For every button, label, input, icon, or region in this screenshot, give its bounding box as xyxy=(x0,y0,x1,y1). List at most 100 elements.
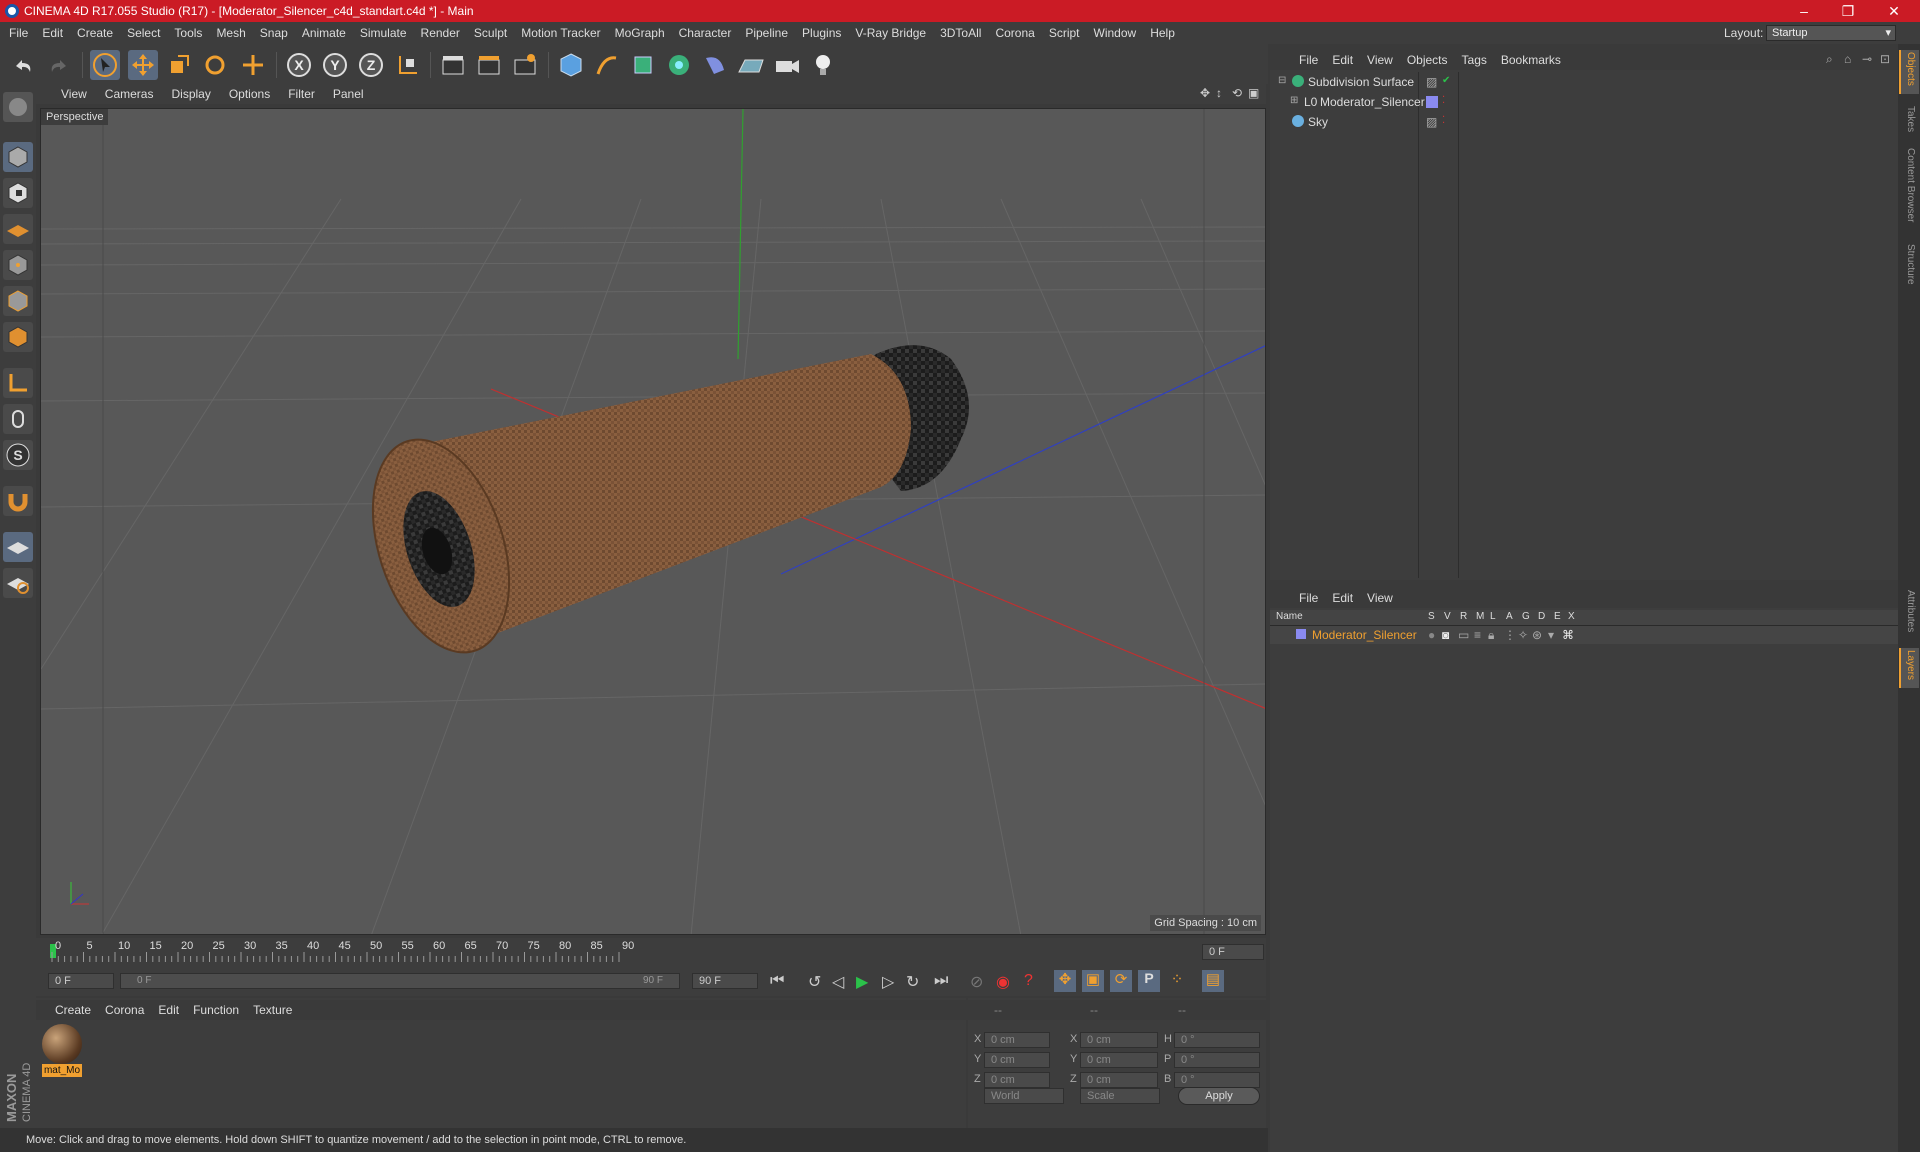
key-position-icon[interactable]: ✥ xyxy=(1054,970,1076,992)
visibility-dots-icon[interactable]: ⁚ xyxy=(1442,95,1445,106)
position-value-field[interactable]: 0 cm xyxy=(984,1072,1050,1088)
pan-view-icon[interactable]: ✥ xyxy=(1200,86,1210,100)
previous-frame-icon[interactable]: ◁ xyxy=(832,972,844,992)
object-menu-bookmarks[interactable]: Bookmarks xyxy=(1494,50,1568,70)
play-icon[interactable]: ▶ xyxy=(856,972,868,992)
menu-script[interactable]: Script xyxy=(1042,22,1087,44)
search-icon[interactable]: ⌕ xyxy=(1826,52,1833,67)
tab-structure-label[interactable]: Structure xyxy=(1905,244,1916,285)
object-menu-objects[interactable]: Objects xyxy=(1400,50,1455,70)
layout-dropdown[interactable]: Startup ▾ xyxy=(1766,25,1896,41)
object-row[interactable]: ⊟ Subdivision Surface ▨ ✔ xyxy=(1276,74,1892,92)
layer-column-e[interactable]: E xyxy=(1554,611,1561,622)
menu-create[interactable]: Create xyxy=(70,22,120,44)
menu-pipeline[interactable]: Pipeline xyxy=(738,22,795,44)
scale-tool-button[interactable] xyxy=(164,50,194,80)
rotate-tool-button[interactable] xyxy=(200,50,230,80)
viewport-menu-panel[interactable]: Panel xyxy=(324,84,373,104)
new-window-icon[interactable]: ⊡ xyxy=(1880,52,1890,66)
viewport-menu-cameras[interactable]: Cameras xyxy=(96,84,163,104)
end-frame-field[interactable]: 90 F xyxy=(692,973,758,989)
menu-edit[interactable]: Edit xyxy=(35,22,70,44)
size-value-field[interactable]: 0 cm xyxy=(1080,1072,1158,1088)
layer-color-swatch[interactable] xyxy=(1426,96,1438,108)
material-menu-create[interactable]: Create xyxy=(48,1000,98,1020)
mograph-cloner-button[interactable] xyxy=(664,50,694,80)
menu-mesh[interactable]: Mesh xyxy=(209,22,252,44)
menu-snap[interactable]: Snap xyxy=(253,22,295,44)
view-toggle-icon[interactable]: ◙ xyxy=(1442,628,1449,642)
viewport-menu-options[interactable]: Options xyxy=(220,84,279,104)
object-menu-file[interactable]: File xyxy=(1292,50,1325,70)
menu-tools[interactable]: Tools xyxy=(167,22,209,44)
previous-key-icon[interactable]: ↺ xyxy=(808,972,821,992)
key-parameter-icon[interactable]: P xyxy=(1138,970,1160,992)
key-pla-icon[interactable]: ⁘ xyxy=(1166,970,1188,992)
menu-corona[interactable]: Corona xyxy=(988,22,1041,44)
tweak-mode-button[interactable] xyxy=(3,404,33,434)
spline-pen-button[interactable] xyxy=(592,50,622,80)
move-tool-button[interactable] xyxy=(128,50,158,80)
apply-button[interactable]: Apply xyxy=(1178,1087,1260,1105)
maximize-button[interactable]: ❐ xyxy=(1826,0,1870,22)
object-menu-edit[interactable]: Edit xyxy=(1325,50,1360,70)
viewport-menu-view[interactable]: View xyxy=(52,84,96,104)
render-picture-viewer-button[interactable] xyxy=(474,50,504,80)
rotation-value-field[interactable]: 0 ° xyxy=(1174,1072,1260,1088)
layer-menu-edit[interactable]: Edit xyxy=(1325,588,1360,608)
tab-takes-label[interactable]: Takes xyxy=(1905,106,1916,132)
layer-column-name[interactable]: Name xyxy=(1276,611,1303,622)
layer-row[interactable]: Moderator_Silencer ● ◙ ▭ ≡ 🔒︎ ⋮ ✧ ⊛ ▾ ⌘ xyxy=(1270,626,1898,644)
menu-simulate[interactable]: Simulate xyxy=(353,22,414,44)
layer-menu-file[interactable]: File xyxy=(1292,588,1325,608)
rotation-value-field[interactable]: 0 ° xyxy=(1174,1052,1260,1068)
object-row[interactable]: ⊞ L0 Moderator_Silencer ⁚ xyxy=(1276,94,1892,112)
perspective-viewport[interactable]: Perspective Grid Spacing : 10 cm xyxy=(40,108,1266,935)
xref-toggle-icon[interactable]: ⌘ xyxy=(1562,628,1574,642)
menu-animate[interactable]: Animate xyxy=(295,22,353,44)
render-toggle-icon[interactable]: ▭ xyxy=(1458,628,1469,642)
point-mode-button[interactable] xyxy=(3,250,33,280)
go-to-end-icon[interactable]: ⏭ xyxy=(934,972,948,990)
menu-mograph[interactable]: MoGraph xyxy=(608,22,672,44)
object-row[interactable]: Sky ▨ ⁚ xyxy=(1276,114,1892,132)
make-editable-button[interactable] xyxy=(3,92,33,122)
axis-mode-button[interactable] xyxy=(3,368,33,398)
polygon-mode-button[interactable] xyxy=(3,322,33,352)
live-select-button[interactable] xyxy=(238,50,268,80)
planar-workplane-button[interactable] xyxy=(3,568,33,598)
minimize-button[interactable]: – xyxy=(1782,0,1826,22)
menu-window[interactable]: Window xyxy=(1087,22,1144,44)
material-menu-function[interactable]: Function xyxy=(186,1000,246,1020)
rotation-value-field[interactable]: 0 ° xyxy=(1174,1032,1260,1048)
tab-attributes-label[interactable]: Attributes xyxy=(1905,590,1916,632)
layer-color-swatch[interactable] xyxy=(1296,629,1306,639)
cube-object-button[interactable] xyxy=(556,50,586,80)
y-axis-lock-button[interactable]: Y xyxy=(320,50,350,80)
light-button[interactable] xyxy=(808,50,838,80)
layer-column-v[interactable]: V xyxy=(1444,611,1451,622)
model-mode-button[interactable] xyxy=(3,142,33,172)
next-frame-icon[interactable]: ▷ xyxy=(882,972,894,992)
deformer-toggle-icon[interactable]: ⊛ xyxy=(1532,628,1542,642)
position-value-field[interactable]: 0 cm xyxy=(984,1052,1050,1068)
undo-button[interactable] xyxy=(8,50,38,80)
keyframe-selection-icon[interactable]: ⊘ xyxy=(970,972,983,992)
preview-range-slider[interactable]: 0 F 90 F xyxy=(120,973,680,989)
material-menu-edit[interactable]: Edit xyxy=(151,1000,186,1020)
layer-column-d[interactable]: D xyxy=(1538,611,1545,622)
menu-motion-tracker[interactable]: Motion Tracker xyxy=(514,22,607,44)
object-menu-tags[interactable]: Tags xyxy=(1455,50,1494,70)
collapse-icon[interactable]: ⊟ xyxy=(1278,75,1286,86)
render-view-button[interactable] xyxy=(438,50,468,80)
key-scale-icon[interactable]: ▣ xyxy=(1082,970,1104,992)
rotate-view-icon[interactable]: ⟲ xyxy=(1232,86,1242,100)
texture-mode-button[interactable] xyxy=(3,178,33,208)
expand-icon[interactable]: ⊞ xyxy=(1290,95,1298,106)
viewport-menu-display[interactable]: Display xyxy=(162,84,219,104)
object-menu-view[interactable]: View xyxy=(1360,50,1400,70)
subdivision-surface-button[interactable] xyxy=(628,50,658,80)
camera-button[interactable] xyxy=(772,50,802,80)
menu-character[interactable]: Character xyxy=(672,22,739,44)
layer-tag-icon[interactable]: ▨ xyxy=(1426,75,1437,89)
